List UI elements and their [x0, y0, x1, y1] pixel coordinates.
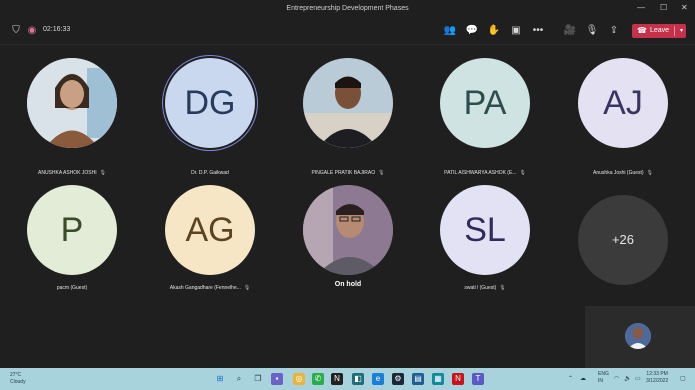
participant-tile[interactable]: AJ Anushka Joshi (Guest) 🎙: [563, 58, 683, 183]
battery-icon[interactable]: ▭: [635, 375, 641, 382]
participant-tile-on-hold[interactable]: On hold: [288, 185, 408, 310]
participant-avatar: AG: [165, 185, 255, 275]
weather-desc: Cloudy: [10, 379, 26, 385]
participant-name: PATIL AISHWARYA ASHOK (E...: [444, 170, 517, 176]
steam-icon[interactable]: ⚙: [392, 373, 404, 385]
participant-name: Akash Gangadhare (Fennelhe...: [169, 285, 241, 291]
participant-tile[interactable]: ANUSHKA ASHOK JOSHI 🎙: [12, 58, 132, 183]
participant-tile[interactable]: SL swati l (Guest) 🎙: [425, 185, 545, 310]
video-stage: ANUSHKA ASHOK JOSHI 🎙 DG Dr. D.P. Gaikwad…: [0, 45, 695, 368]
meeting-timer: 02:16:33: [43, 26, 71, 33]
participant-tile-active-speaker[interactable]: DG Dr. D.P. Gaikwad: [150, 58, 270, 183]
clock-date: 3/12/2022: [646, 378, 669, 384]
participant-photo: [27, 58, 117, 148]
mic-muted-icon: 🎙: [243, 285, 251, 291]
camera-off-icon[interactable]: 🎥: [563, 24, 577, 38]
onedrive-icon[interactable]: ☁: [580, 375, 586, 382]
self-photo: [625, 323, 651, 349]
start-windows-icon[interactable]: ⊞: [214, 373, 226, 385]
more-actions-icon[interactable]: •••: [531, 24, 545, 38]
window-title: Entrepreneurship Development Phases: [286, 5, 409, 12]
clock[interactable]: 12:33 PM 3/12/2022: [646, 371, 668, 385]
teams-chat-icon[interactable]: ▪: [271, 373, 283, 385]
mic-muted-icon: 🎙: [499, 285, 506, 291]
participant-tile[interactable]: AG Akash Gangadhare (Fennelhe... 🎙: [150, 185, 270, 310]
recording-icon: ◉: [27, 25, 37, 36]
chrome-icon[interactable]: ◎: [293, 373, 305, 385]
participant-tile[interactable]: PINGALE PRATIK BAJIRAO 🎙: [288, 58, 408, 183]
participant-avatar: P: [27, 185, 117, 275]
participant-name: Anushka Joshi (Guest): [593, 170, 644, 176]
more-participants-count: +26: [578, 195, 668, 285]
edge-icon[interactable]: e: [372, 373, 384, 385]
chevron-down-icon[interactable]: ▾: [680, 24, 683, 38]
mic-muted-icon: 🎙: [519, 170, 526, 176]
mic-muted-icon: 🎙: [99, 170, 106, 176]
notion-icon[interactable]: N: [331, 373, 343, 385]
minimize-button[interactable]: —: [637, 3, 645, 12]
title-bar: Entrepreneurship Development Phases — ☐ …: [0, 0, 695, 18]
more-participants-tile[interactable]: +26: [563, 195, 683, 320]
participant-name: ANUSHKA ASHOK JOSHI: [38, 170, 97, 176]
teams-icon[interactable]: T: [472, 373, 484, 385]
participant-name: pacm (Guest): [56, 285, 88, 291]
mic-muted-icon: 🎙: [378, 170, 385, 176]
participant-avatar: SL: [440, 185, 530, 275]
netflix-icon[interactable]: N: [452, 373, 464, 385]
maximize-button[interactable]: ☐: [660, 3, 667, 12]
phone-hangup-icon: ☎: [637, 26, 647, 35]
search-icon[interactable]: ⌕: [233, 373, 245, 385]
windows-taskbar: 27°C Cloudy ⊞ ⌕ ❐ ▪ ◎ ✆ N ◧ e ⚙ ▤ ▦ N T …: [0, 368, 695, 390]
language-indicator[interactable]: ENG IN: [598, 371, 609, 385]
store-icon[interactable]: ▤: [412, 373, 424, 385]
chevron-up-icon[interactable]: ⌃: [568, 375, 573, 382]
react-icon[interactable]: ✋: [487, 24, 501, 38]
weather-widget[interactable]: 27°C Cloudy: [10, 372, 26, 386]
app-icon-2[interactable]: ▦: [432, 373, 444, 385]
wifi-icon[interactable]: ◠: [614, 375, 619, 382]
rooms-icon[interactable]: ▣: [509, 24, 523, 38]
chat-icon[interactable]: 💬: [465, 24, 479, 38]
volume-icon[interactable]: 🔈: [624, 375, 631, 382]
app-icon[interactable]: ◧: [352, 373, 364, 385]
shield-icon: ⛉: [12, 25, 20, 36]
mic-muted-icon: 🎙: [646, 170, 653, 176]
whatsapp-icon[interactable]: ✆: [312, 373, 324, 385]
participant-avatar: PA: [440, 58, 530, 148]
participant-photo: [303, 185, 393, 275]
participant-tile[interactable]: P pacm (Guest): [12, 185, 132, 310]
weather-temp: 27°C: [10, 372, 22, 378]
mic-off-icon[interactable]: 🎙: [585, 24, 599, 38]
share-screen-icon[interactable]: ⇪: [607, 24, 621, 38]
participant-name: Dr. D.P. Gaikwad: [191, 170, 229, 176]
participant-photo: [303, 58, 393, 148]
clock-time: 12:33 PM: [646, 371, 668, 377]
participant-name: PINGALE PRATIK BAJIRAO: [311, 170, 376, 176]
close-window-button[interactable]: ✕: [681, 3, 688, 12]
participant-tile[interactable]: PA PATIL AISHWARYA ASHOK (E... 🎙: [425, 58, 545, 183]
participant-avatar: DG: [165, 58, 255, 148]
task-view-icon[interactable]: ❐: [252, 373, 264, 385]
participants-icon[interactable]: 👥: [443, 24, 457, 38]
leave-button[interactable]: ☎ Leave ▾: [632, 24, 686, 38]
notification-icon[interactable]: ▢: [680, 375, 686, 382]
on-hold-label: On hold: [334, 281, 362, 288]
participant-avatar: AJ: [578, 58, 668, 148]
participant-name: swati l (Guest): [464, 285, 497, 291]
meeting-toolbar: ⛉ ◉ 02:16:33 👥 💬 ✋ ▣ ••• 🎥 🎙 ⇪ ☎ Leave ▾: [0, 18, 695, 45]
self-view-tile[interactable]: [585, 306, 695, 368]
